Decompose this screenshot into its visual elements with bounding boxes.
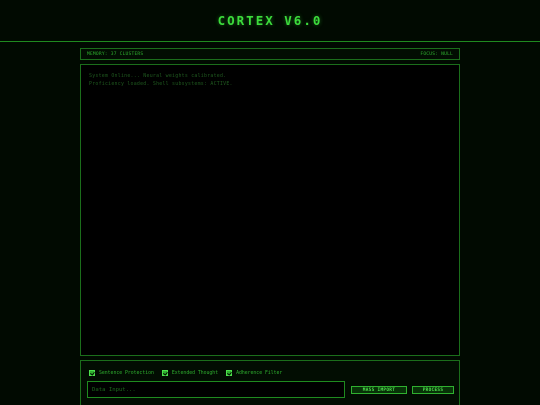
control-panel: Sentence Protection Extended Thought Adh… bbox=[80, 360, 460, 405]
option-label: Extended Thought bbox=[171, 370, 219, 376]
mass-import-button[interactable]: MASS IMPORT bbox=[351, 386, 407, 394]
options-row: Sentence Protection Extended Thought Adh… bbox=[89, 368, 290, 378]
option-label: Adherence Filter bbox=[236, 370, 283, 376]
status-bar: MEMORY: 37 CLUSTERS FOCUS: NULL bbox=[80, 48, 460, 60]
data-input[interactable] bbox=[92, 386, 340, 393]
app-title: CORTEX V6.0 bbox=[217, 13, 323, 28]
console-line: System Online... Neural weights calibrat… bbox=[89, 73, 227, 79]
memory-status: MEMORY: 37 CLUSTERS bbox=[87, 51, 144, 57]
option-adherence-filter[interactable]: Adherence Filter bbox=[226, 370, 282, 376]
data-input-field[interactable] bbox=[87, 381, 345, 398]
option-sentence-protection[interactable]: Sentence Protection bbox=[89, 370, 154, 376]
option-label: Sentence Protection bbox=[99, 370, 154, 376]
console-line: Proficiency loaded. Shell subsystems: AC… bbox=[89, 81, 233, 87]
focus-status: FOCUS: NULL bbox=[420, 51, 453, 57]
adherence-filter-checkbox[interactable] bbox=[226, 370, 233, 376]
extended-thought-checkbox[interactable] bbox=[161, 370, 168, 376]
cortex-app: CORTEX V6.0 MEMORY: 37 CLUSTERS FOCUS: N… bbox=[0, 0, 540, 405]
process-button[interactable]: PROCESS bbox=[412, 386, 454, 394]
header: CORTEX V6.0 bbox=[0, 0, 540, 42]
sentence-protection-checkbox[interactable] bbox=[89, 370, 95, 376]
console-output[interactable]: System Online... Neural weights calibrat… bbox=[80, 64, 460, 356]
option-extended-thought[interactable]: Extended Thought bbox=[161, 370, 219, 376]
